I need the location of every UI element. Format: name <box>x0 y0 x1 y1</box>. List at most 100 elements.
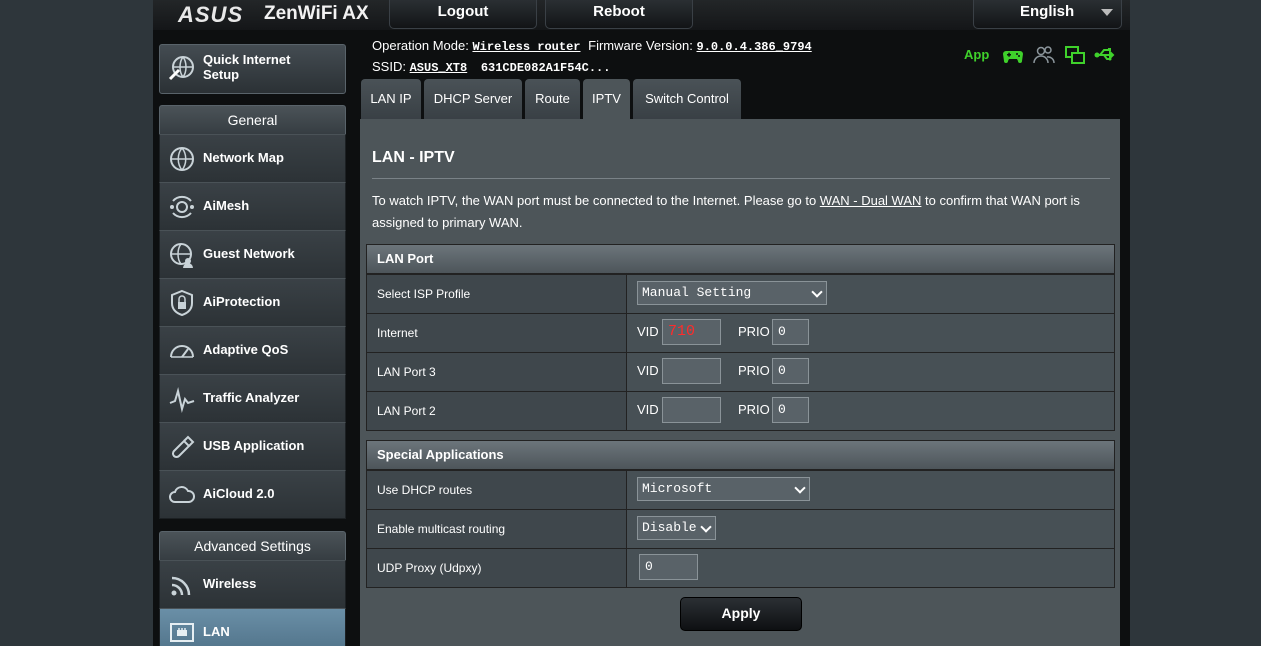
chevron-down-icon <box>811 286 823 298</box>
sidebar-item-aicloud[interactable]: AiCloud 2.0 <box>159 470 346 519</box>
lan-port-2-label: LAN Port 2 <box>367 392 627 430</box>
sidebar-item-label: USB Application <box>203 438 305 453</box>
firmware-label: Firmware Version: <box>588 38 693 53</box>
traffic-chart-icon <box>169 387 195 413</box>
page-title: LAN - IPTV <box>372 149 455 166</box>
desc-prefix: To watch IPTV, the WAN port must be conn… <box>372 193 820 208</box>
operation-mode-link[interactable]: Wireless router <box>472 40 580 54</box>
brand-logo: ASUS <box>178 2 244 27</box>
sidebar-item-traffic-analyzer[interactable]: Traffic Analyzer <box>159 374 346 423</box>
multicast-label: Enable multicast routing <box>367 510 627 548</box>
dhcp-routes-label: Use DHCP routes <box>367 471 627 509</box>
usb-icon[interactable] <box>1094 45 1116 65</box>
quick-internet-setup-label: Quick Internet Setup <box>203 52 291 82</box>
lan-port-3-vid-input[interactable] <box>662 358 721 384</box>
prio-label: PRIO <box>738 324 770 339</box>
isp-profile-select[interactable]: Manual Setting <box>637 281 827 305</box>
internet-vid-input[interactable]: 710 <box>662 319 721 345</box>
vid-label: VID <box>637 324 659 339</box>
sidebar-item-label: AiCloud 2.0 <box>203 486 275 501</box>
dhcp-routes-select[interactable]: Microsoft <box>637 477 810 501</box>
sidebar-item-label: Guest Network <box>203 246 295 261</box>
lan-port-2-vid-input[interactable] <box>662 397 721 423</box>
reboot-button[interactable]: Reboot <box>545 0 693 29</box>
chevron-down-icon <box>700 521 712 533</box>
udpxy-input[interactable]: 0 <box>639 554 698 580</box>
sidebar-item-usb-application[interactable]: USB Application <box>159 422 346 471</box>
sidebar-item-label: Traffic Analyzer <box>203 390 300 405</box>
apply-button[interactable]: Apply <box>680 597 802 631</box>
sidebar-item-label: AiProtection <box>203 294 281 309</box>
lan-port-table: LAN Port Select ISP Profile Manual Setti… <box>366 244 1115 431</box>
lan-port-3-prio-input[interactable]: 0 <box>772 358 809 384</box>
wan-dual-wan-link[interactable]: WAN - Dual WAN <box>820 193 922 208</box>
mesh-icon <box>170 195 194 219</box>
isp-profile-value: Manual Setting <box>642 285 752 300</box>
multicast-value: Disable <box>642 520 697 535</box>
gamepad-icon[interactable] <box>1002 45 1024 65</box>
sidebar-item-aiprotection[interactable]: AiProtection <box>159 278 346 327</box>
internet-label: Internet <box>367 314 627 352</box>
lan-icon <box>170 623 194 642</box>
title-divider <box>372 178 1110 179</box>
tab-route[interactable]: Route <box>525 79 580 119</box>
advanced-settings-heading: Advanced Settings <box>159 531 346 561</box>
logout-button[interactable]: Logout <box>389 0 537 29</box>
sidebar-item-adaptive-qos[interactable]: Adaptive QoS <box>159 326 346 375</box>
udpxy-label: UDP Proxy (Udpxy) <box>367 549 627 587</box>
operation-mode-label: Operation Mode: <box>372 38 469 53</box>
firmware-link[interactable]: 9.0.0.4.386_9794 <box>697 40 812 54</box>
tab-switch-control[interactable]: Switch Control <box>633 79 741 119</box>
language-select[interactable]: English <box>973 0 1122 29</box>
sidebar-item-aimesh[interactable]: AiMesh <box>159 182 346 231</box>
prio-label: PRIO <box>738 402 770 417</box>
dhcp-routes-value: Microsoft <box>642 481 713 496</box>
sidebar-item-lan[interactable]: LAN <box>159 608 346 646</box>
isp-profile-label: Select ISP Profile <box>367 275 627 313</box>
shield-lock-icon <box>171 289 193 317</box>
ssid-value: ASUS_XT8 <box>409 61 468 75</box>
main-content: LAN - IPTV To watch IPTV, the WAN port m… <box>360 119 1120 646</box>
language-value: English <box>1020 3 1075 20</box>
tab-dhcp-server[interactable]: DHCP Server <box>424 79 522 119</box>
wifi-icon <box>171 576 191 596</box>
lan-port-heading: LAN Port <box>367 245 1114 274</box>
general-heading: General <box>159 105 346 135</box>
sidebar-item-wireless[interactable]: Wireless <box>159 560 346 609</box>
internet-prio-input[interactable]: 0 <box>772 319 809 345</box>
devices-icon[interactable] <box>1064 45 1086 65</box>
sidebar-item-label: AiMesh <box>203 198 250 213</box>
multicast-select[interactable]: Disable <box>637 516 716 540</box>
table-row: UDP Proxy (Udpxy) 0 <box>367 548 1114 587</box>
tab-iptv[interactable]: IPTV <box>583 79 630 119</box>
usb-stick-icon <box>171 435 195 459</box>
table-row: LAN Port 3 VID PRIO 0 <box>367 352 1114 391</box>
page-margin-left <box>0 0 153 646</box>
lan-port-3-label: LAN Port 3 <box>367 353 627 391</box>
sidebar-item-label: Network Map <box>203 150 284 165</box>
table-row: Select ISP Profile Manual Setting <box>367 274 1114 313</box>
lan-port-2-prio-input[interactable]: 0 <box>772 397 809 423</box>
special-applications-heading: Special Applications <box>367 441 1114 470</box>
sidebar-item-guest-network[interactable]: Guest Network <box>159 230 346 279</box>
tab-lan-ip[interactable]: LAN IP <box>361 79 421 119</box>
wand-globe-icon <box>168 56 194 81</box>
users-icon[interactable] <box>1033 45 1055 65</box>
table-row: Enable multicast routing Disable <box>367 509 1114 548</box>
special-applications-table: Special Applications Use DHCP routes Mic… <box>366 440 1115 588</box>
quick-internet-setup-button[interactable]: Quick Internet Setup <box>159 44 346 94</box>
status-bar: Operation Mode: Wireless router Firmware… <box>372 36 812 78</box>
model-name: ZenWiFi AX <box>264 3 369 24</box>
table-row: Use DHCP routes Microsoft <box>367 470 1114 509</box>
page-description: To watch IPTV, the WAN port must be conn… <box>372 190 1107 234</box>
sidebar-item-label: Adaptive QoS <box>203 342 289 357</box>
chevron-down-icon <box>794 482 806 494</box>
sidebar-item-network-map[interactable]: Network Map <box>159 134 346 183</box>
app-link[interactable]: App <box>964 47 989 62</box>
guest-globe-icon <box>170 243 193 268</box>
ssid-value-2: 631CDE082A1F54C... <box>480 61 611 75</box>
ssid-label: SSID: <box>372 59 406 74</box>
router-admin-app: ASUS ZenWiFi AX Logout Reboot English Qu… <box>153 0 1130 646</box>
table-row: Internet VID 710 PRIO 0 <box>367 313 1114 352</box>
vid-label: VID <box>637 402 659 417</box>
